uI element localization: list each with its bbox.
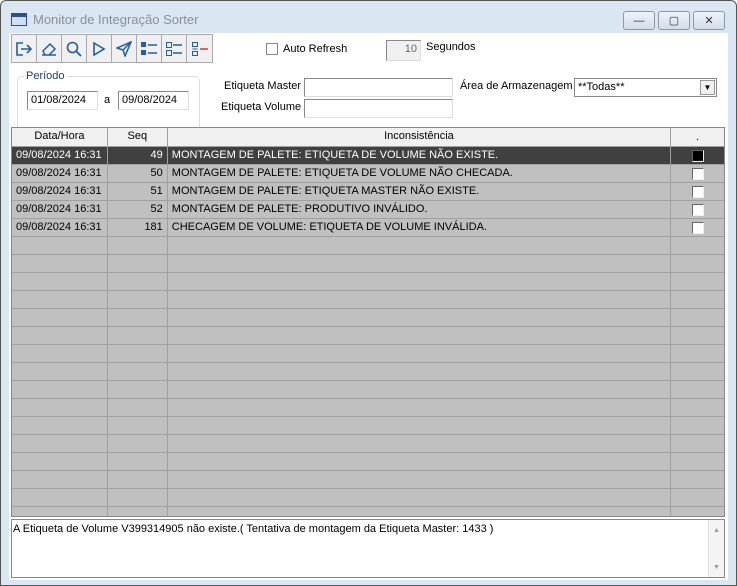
cell-data-hora: 09/08/2024 16:31 <box>12 219 108 236</box>
toolbar <box>11 34 213 63</box>
volume-label: Etiqueta Volume <box>221 101 302 113</box>
empty-row <box>12 255 724 273</box>
row-checkbox[interactable] <box>691 149 704 162</box>
empty-row <box>12 273 724 291</box>
chevron-down-icon[interactable]: ▼ <box>700 80 715 95</box>
close-icon: ✕ <box>704 15 714 27</box>
empty-row <box>12 345 724 363</box>
date-from-input[interactable]: 01/08/2024 <box>27 91 98 110</box>
cell-seq: 49 <box>108 147 168 164</box>
date-to-input[interactable]: 09/08/2024 <box>118 91 189 110</box>
master-label: Etiqueta Master <box>224 80 302 92</box>
cell-seq: 51 <box>108 183 168 200</box>
inconsistency-grid: Data/Hora Seq Inconsistência . 09/08/202… <box>11 127 725 517</box>
cell-inconsistencia: MONTAGEM DE PALETE: ETIQUETA MASTER NÃO … <box>168 183 672 200</box>
periodo-legend: Período <box>24 70 67 82</box>
table-row[interactable]: 09/08/2024 16:31 181 CHECAGEM DE VOLUME: E… <box>12 219 724 237</box>
clear-button[interactable] <box>37 35 62 62</box>
exit-icon <box>16 41 32 56</box>
table-row[interactable]: 09/08/2024 16:31 51 MONTAGEM DE PALETE: ET… <box>12 183 724 201</box>
cell-inconsistencia: CHECAGEM DE VOLUME: ETIQUETA DE VOLUME I… <box>168 219 672 236</box>
cell-inconsistencia: MONTAGEM DE PALETE: PRODUTIVO INVÁLIDO. <box>168 201 672 218</box>
detail-memo[interactable]: A Etiqueta de Volume V399314905 não exis… <box>11 519 725 578</box>
search-icon <box>66 41 82 57</box>
table-row[interactable]: 09/08/2024 16:31 50 MONTAGEM DE PALETE: ET… <box>12 165 724 183</box>
search-button[interactable] <box>62 35 87 62</box>
area-value: **Todas** <box>578 81 625 93</box>
minimize-button[interactable]: — <box>623 11 655 30</box>
empty-row <box>12 327 724 345</box>
empty-row <box>12 489 724 507</box>
row-checkbox[interactable] <box>691 185 704 198</box>
empty-row <box>12 309 724 327</box>
checklist-icon <box>166 41 182 56</box>
row-checkbox[interactable] <box>691 221 704 234</box>
empty-row <box>12 381 724 399</box>
cell-seq: 50 <box>108 165 168 182</box>
cell-inconsistencia: MONTAGEM DE PALETE: ETIQUETA DE VOLUME N… <box>168 165 672 182</box>
cell-data-hora: 09/08/2024 16:31 <box>12 165 108 182</box>
checklist-remove-icon <box>191 41 208 56</box>
eraser-icon <box>42 42 57 56</box>
cell-data-hora: 09/08/2024 16:31 <box>12 201 108 218</box>
uncheck-all-button[interactable] <box>162 35 187 62</box>
master-input[interactable] <box>304 78 453 97</box>
empty-row <box>12 291 724 309</box>
auto-refresh-checkbox[interactable] <box>266 43 278 55</box>
header-data-hora[interactable]: Data/Hora <box>12 128 108 146</box>
close-button[interactable]: ✕ <box>693 11 725 30</box>
cell-seq: 181 <box>108 219 168 236</box>
check-all-button[interactable] <box>137 35 162 62</box>
send-button[interactable] <box>112 35 137 62</box>
cell-seq: 52 <box>108 201 168 218</box>
empty-row <box>12 507 724 516</box>
title-bar: Monitor de Integração Sorter <box>11 12 198 27</box>
grid-header: Data/Hora Seq Inconsistência . <box>12 128 724 147</box>
minimize-icon: — <box>633 14 645 27</box>
main-window: Monitor de Integração Sorter — ▢ ✕ Auto … <box>0 0 737 586</box>
window-title: Monitor de Integração Sorter <box>33 12 199 27</box>
cell-data-hora: 09/08/2024 16:31 <box>12 147 108 164</box>
empty-row <box>12 363 724 381</box>
date-separator: a <box>104 94 111 106</box>
empty-row <box>12 471 724 489</box>
scroll-up-icon[interactable]: ▲ <box>709 522 724 538</box>
detail-text: A Etiqueta de Volume V399314905 não exis… <box>13 523 494 535</box>
send-icon <box>116 40 132 57</box>
remove-button[interactable] <box>187 35 212 62</box>
header-check[interactable]: . <box>671 128 724 146</box>
maximize-icon: ▢ <box>668 15 680 27</box>
area-label: Área de Armazenagem <box>460 80 573 92</box>
maximize-button[interactable]: ▢ <box>658 11 690 30</box>
cell-inconsistencia: MONTAGEM DE PALETE: ETIQUETA DE VOLUME N… <box>168 147 672 164</box>
header-seq[interactable]: Seq <box>108 128 168 146</box>
volume-input[interactable] <box>304 99 453 118</box>
table-row[interactable]: 09/08/2024 16:31 52 MONTAGEM DE PALETE: PR… <box>12 201 724 219</box>
scrollbar[interactable]: ▲ ▼ <box>708 520 724 577</box>
empty-row <box>12 453 724 471</box>
cell-data-hora: 09/08/2024 16:31 <box>12 183 108 200</box>
play-button[interactable] <box>87 35 112 62</box>
checklist-checked-icon <box>141 41 157 55</box>
play-icon <box>93 41 106 56</box>
row-checkbox[interactable] <box>691 167 704 180</box>
header-inconsistencia[interactable]: Inconsistência <box>168 128 672 146</box>
table-row[interactable]: 09/08/2024 16:31 49 MONTAGEM DE PALETE: ET… <box>12 147 724 165</box>
app-icon <box>11 13 27 26</box>
area-select[interactable]: **Todas** ▼ <box>574 78 717 97</box>
row-checkbox[interactable] <box>691 203 704 216</box>
scroll-down-icon[interactable]: ▼ <box>709 559 724 575</box>
seconds-input[interactable]: 10 <box>386 40 421 61</box>
auto-refresh-label: Auto Refresh <box>283 43 348 55</box>
empty-row <box>12 399 724 417</box>
seconds-label: Segundos <box>426 41 476 53</box>
empty-row <box>12 237 724 255</box>
empty-row <box>12 435 724 453</box>
exit-button[interactable] <box>12 35 37 62</box>
empty-row <box>12 417 724 435</box>
